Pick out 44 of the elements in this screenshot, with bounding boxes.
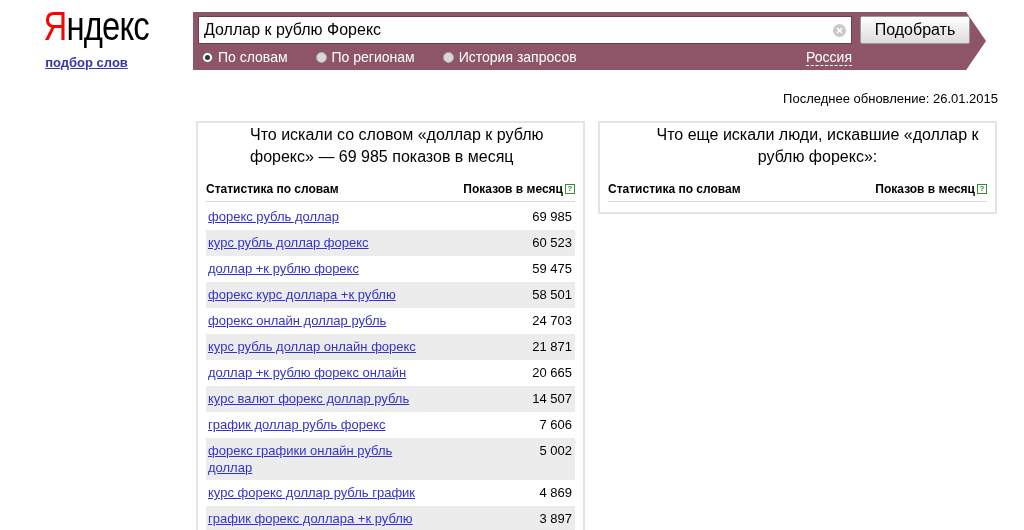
count-cell: 59 475 xyxy=(532,260,573,277)
count-cell: 7 606 xyxy=(539,416,573,433)
help-icon[interactable]: ? xyxy=(565,184,575,194)
phrase-link[interactable]: график форекс доллара +к рублю xyxy=(208,510,438,527)
phrase-link[interactable]: доллар +к рублю форекс xyxy=(208,260,438,277)
phrase-link[interactable]: курс валют форекс доллар рубль xyxy=(208,390,438,407)
phrase-link[interactable]: форекс графики онлайн рубль доллар xyxy=(208,442,438,476)
yandex-logo: Яндекс xyxy=(43,4,150,48)
count-cell: 14 507 xyxy=(532,390,573,407)
radio-icon[interactable] xyxy=(442,52,454,63)
column-header: Показов в месяц xyxy=(463,181,563,198)
radio-icon[interactable] xyxy=(202,52,213,63)
radio-icon[interactable] xyxy=(315,52,327,63)
count-cell: 60 523 xyxy=(532,234,573,251)
count-cell: 69 985 xyxy=(532,208,573,225)
search-button[interactable]: Подобрать xyxy=(860,16,970,44)
count-cell: 3 897 xyxy=(539,510,573,527)
column-header: Статистика по словам xyxy=(608,181,741,198)
count-cell: 24 703 xyxy=(532,312,573,329)
column-header: Статистика по словам xyxy=(206,181,339,198)
phrase-link[interactable]: доллар +к рублю форекс онлайн xyxy=(208,364,438,381)
search-mode-label[interactable]: По регионам xyxy=(331,47,415,68)
phrase-link[interactable]: курс рубль доллар форекс xyxy=(208,234,438,251)
phrase-link[interactable]: форекс курс доллара +к рублю xyxy=(208,286,438,303)
count-cell: 58 501 xyxy=(532,286,573,303)
phrase-link[interactable]: курс рубль доллар онлайн форекс xyxy=(208,338,438,355)
count-cell: 20 665 xyxy=(532,364,573,381)
phrase-link[interactable]: форекс онлайн доллар рубль xyxy=(208,312,438,329)
search-field[interactable]: Доллар к рублю Форекс xyxy=(198,16,852,44)
panel-title: Что еще искали люди, искавшие «доллар к рублю форекс»: xyxy=(655,125,980,167)
search-mode-label[interactable]: По словам xyxy=(218,47,288,68)
count-cell: 4 869 xyxy=(539,484,573,501)
search-mode-label[interactable]: История запросов xyxy=(458,47,577,68)
last-update-text: Последнее обновление: 26.01.2015 xyxy=(783,89,998,108)
count-cell: 21 871 xyxy=(532,338,573,355)
panel-title: Что искали со словом «доллар к рублю форекс» — 69 985 показов в месяц xyxy=(249,125,545,167)
word-selection-link[interactable]: подбор слов xyxy=(45,53,128,73)
help-icon[interactable]: ? xyxy=(977,184,987,194)
count-cell: 5 002 xyxy=(539,442,573,459)
column-header: Показов в месяц xyxy=(875,181,975,198)
phrase-link[interactable]: форекс рубль доллар xyxy=(208,208,438,225)
phrase-link[interactable]: график доллар рубль форекс xyxy=(208,416,438,433)
region-link[interactable]: Россия xyxy=(806,49,852,66)
phrase-link[interactable]: курс форекс доллар рубль график xyxy=(208,484,438,501)
